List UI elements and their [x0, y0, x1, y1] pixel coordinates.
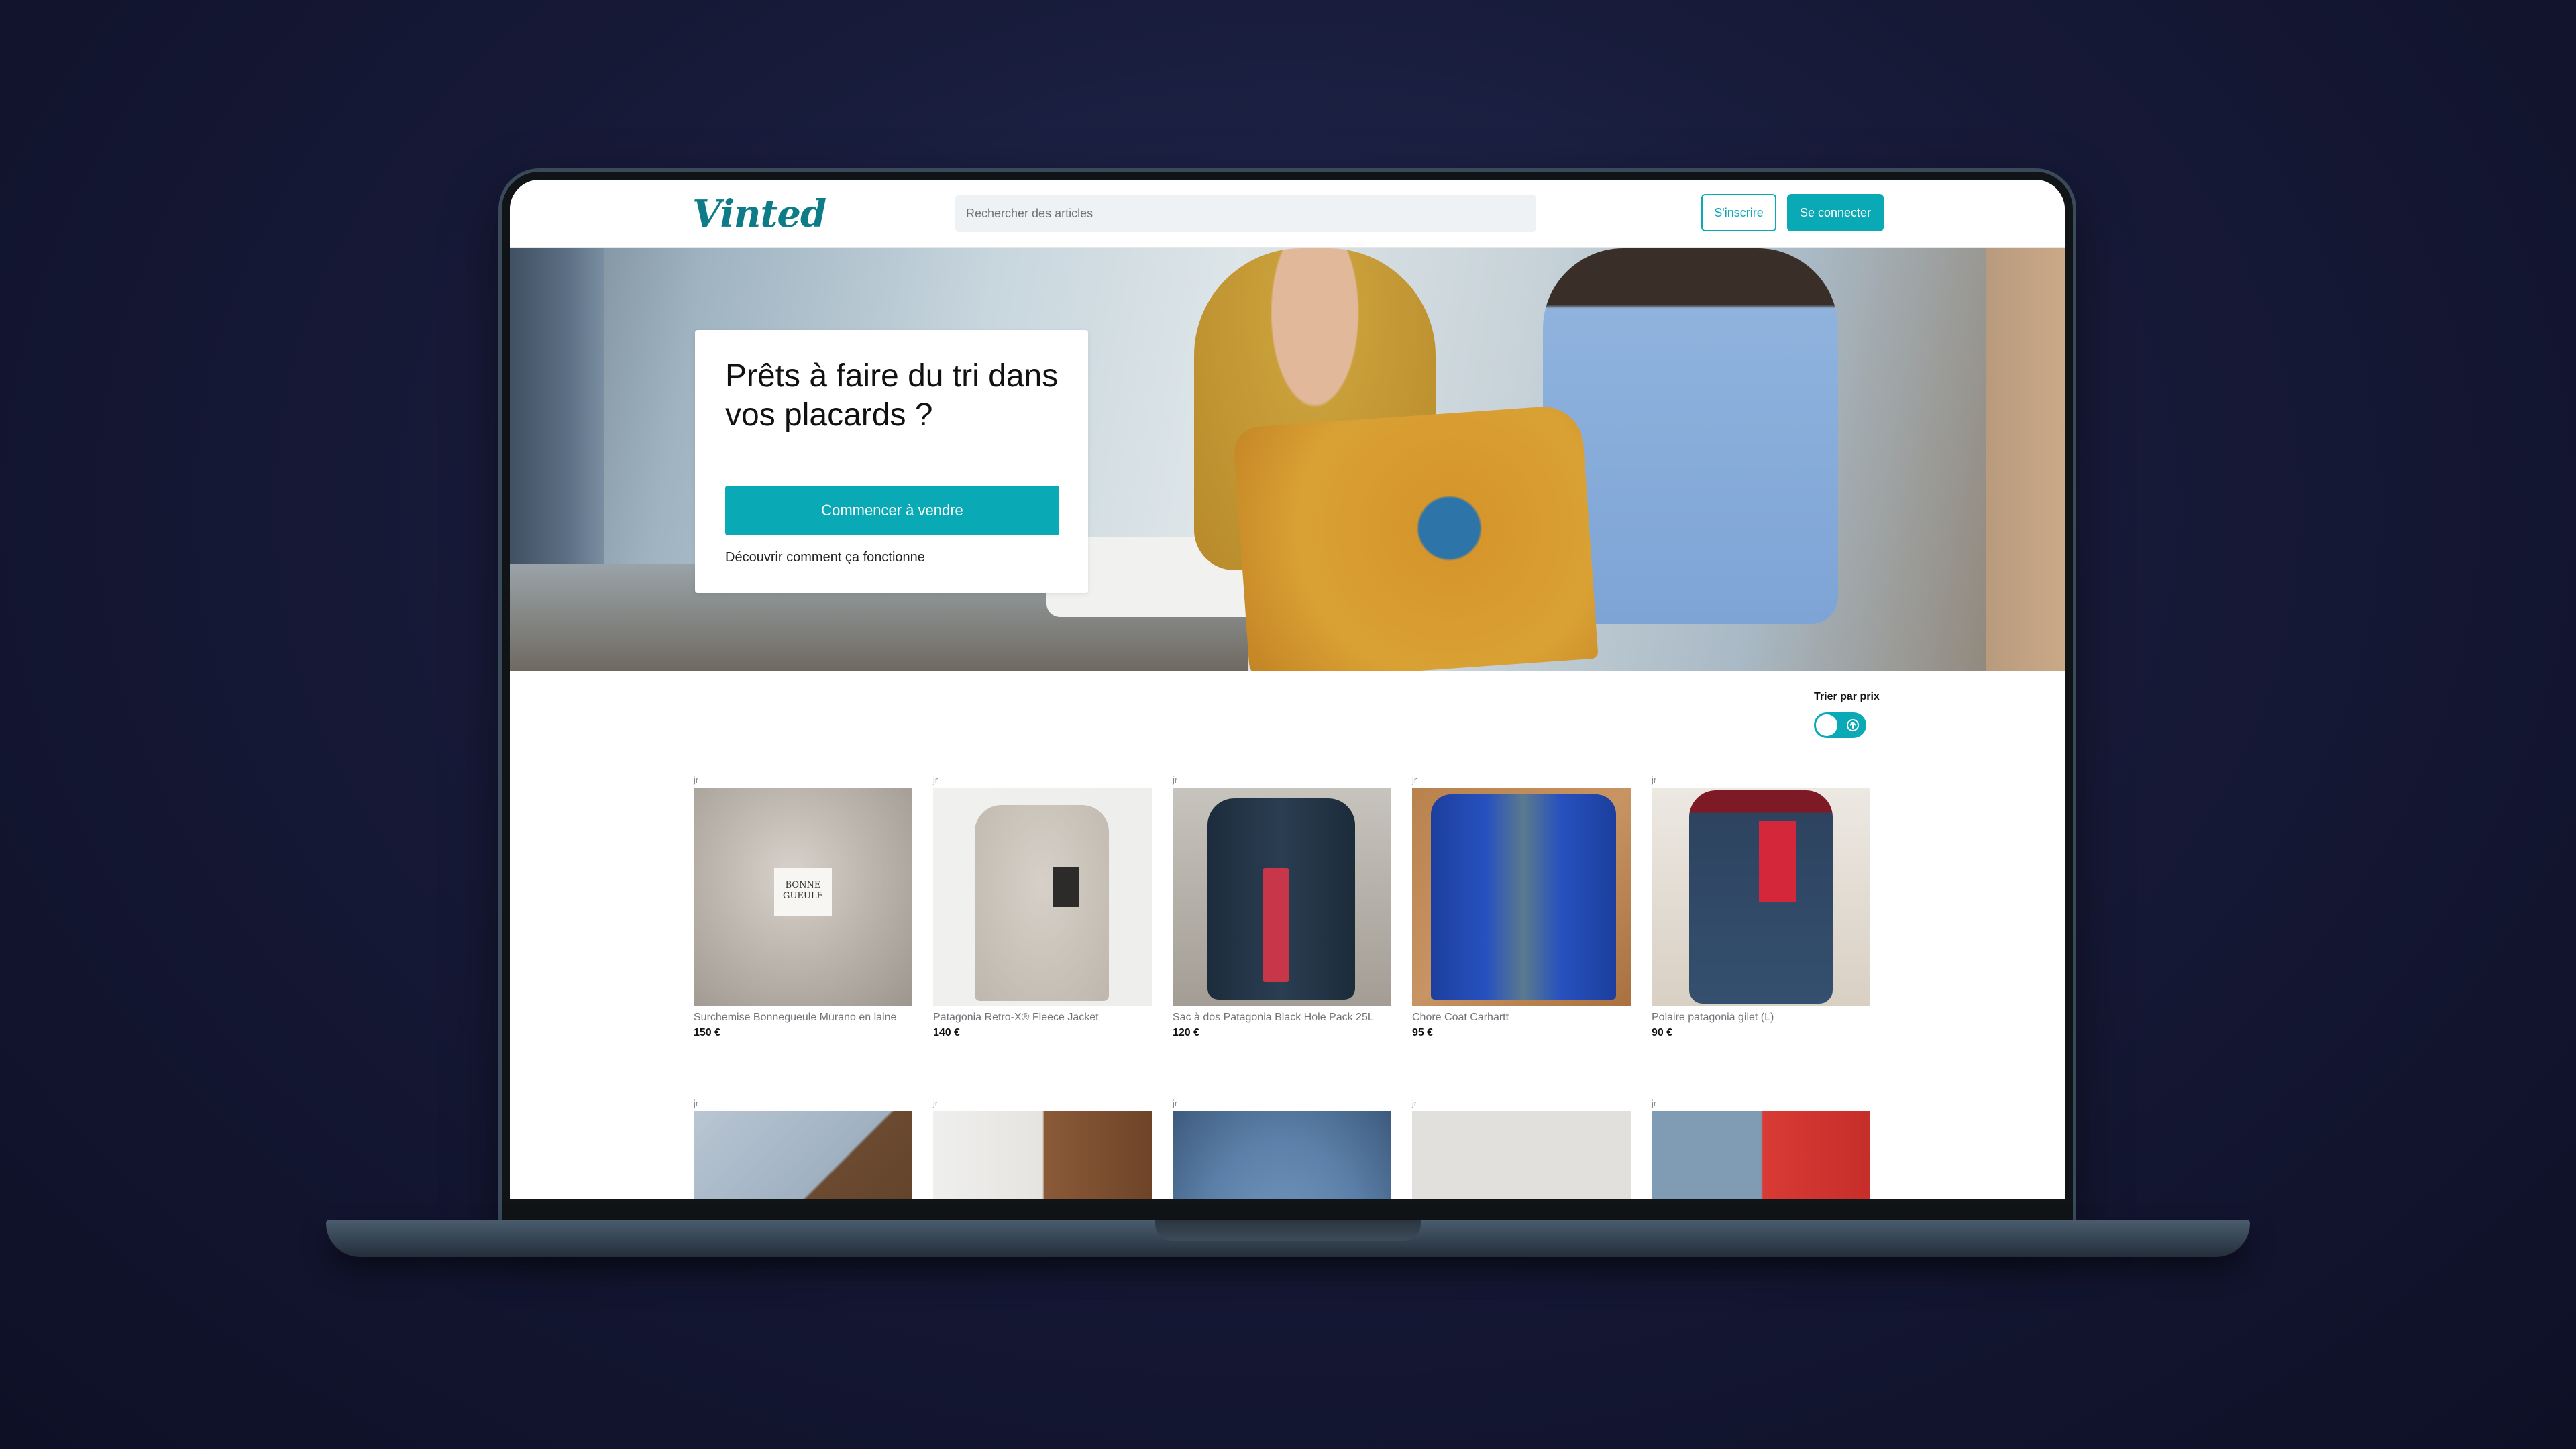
product-card[interactable]: jr — [1173, 1096, 1391, 1199]
product-title: Patagonia Retro-X® Fleece Jacket — [933, 1012, 1099, 1023]
product-title: Sac à dos Patagonia Black Hole Pack 25L — [1173, 1012, 1374, 1023]
login-button[interactable]: Se connecter — [1787, 194, 1884, 231]
product-photo[interactable] — [1412, 1111, 1631, 1199]
product-photo-coat — [1431, 794, 1616, 1000]
arrow-up-circle-icon — [1847, 719, 1859, 731]
hero-photo-garment — [1232, 404, 1599, 671]
seller-username[interactable]: jr — [1652, 1096, 1870, 1111]
product-card[interactable]: jr Chore Coat Carhartt 95 € — [1412, 773, 1631, 1039]
sort-label: Trier par prix — [1814, 691, 1880, 702]
seller-username[interactable]: jr — [1412, 1096, 1631, 1111]
product-photo-pocket — [1053, 867, 1079, 907]
vinted-logo[interactable]: Vinted — [692, 192, 826, 236]
product-photo-jacket — [975, 805, 1109, 1001]
product-card[interactable]: jr — [933, 1096, 1152, 1199]
seller-username[interactable]: jr — [694, 773, 912, 788]
search-input[interactable] — [955, 195, 1536, 232]
site-header: Vinted S'inscrire Se connecter — [510, 180, 2065, 248]
product-photo-panel — [1759, 821, 1796, 902]
product-title: Polaire patagonia gilet (L) — [1652, 1012, 1774, 1023]
seller-username[interactable]: jr — [1652, 773, 1870, 788]
seller-username[interactable]: jr — [1173, 773, 1391, 788]
brand-label: BONNE GUEULE — [774, 868, 832, 916]
signup-button[interactable]: S'inscrire — [1701, 194, 1776, 231]
product-price: 90 € — [1652, 1027, 1673, 1038]
product-card[interactable]: jr Polaire patagonia gilet (L) 90 € — [1652, 773, 1870, 1039]
product-card[interactable]: jr — [694, 1096, 912, 1199]
product-card[interactable]: jr — [1412, 1096, 1631, 1199]
product-photo[interactable] — [1412, 788, 1631, 1006]
product-photo[interactable] — [1652, 1111, 1870, 1199]
seller-username[interactable]: jr — [1173, 1096, 1391, 1111]
sort-by-price-toggle[interactable] — [1814, 712, 1866, 738]
product-photo[interactable] — [933, 788, 1152, 1006]
product-photo[interactable]: BONNE GUEULE — [694, 788, 912, 1006]
seller-username[interactable]: jr — [933, 773, 1152, 788]
hero-banner: Prêts à faire du tri dans vos placards ?… — [510, 248, 2065, 671]
start-selling-button[interactable]: Commencer à vendre — [725, 486, 1059, 535]
product-photo-logo — [1263, 868, 1289, 982]
product-card[interactable]: jr BONNE GUEULE Surchemise Bonnegueule M… — [694, 773, 912, 1039]
product-photo[interactable] — [933, 1111, 1152, 1199]
product-price: 95 € — [1412, 1027, 1434, 1038]
seller-username[interactable]: jr — [933, 1096, 1152, 1111]
hero-photo-wardrobe — [1986, 248, 2065, 671]
product-photo[interactable] — [694, 1111, 912, 1199]
toggle-knob — [1816, 714, 1837, 736]
browser-screen: Vinted S'inscrire Se connecter Prêts à f… — [510, 180, 2065, 1199]
seller-username[interactable]: jr — [694, 1096, 912, 1111]
seller-username[interactable]: jr — [1412, 773, 1631, 788]
product-card[interactable]: jr Patagonia Retro-X® Fleece Jacket 140 … — [933, 773, 1152, 1039]
hero-title: Prêts à faire du tri dans vos placards ? — [725, 358, 1059, 433]
product-title: Chore Coat Carhartt — [1412, 1012, 1509, 1023]
laptop-hinge-notch — [1155, 1220, 1421, 1241]
product-price: 120 € — [1173, 1027, 1200, 1038]
product-card[interactable]: jr — [1652, 1096, 1870, 1199]
product-photo[interactable] — [1173, 788, 1391, 1006]
product-photo[interactable] — [1652, 788, 1870, 1006]
product-price: 150 € — [694, 1027, 721, 1038]
hero-card: Prêts à faire du tri dans vos placards ?… — [695, 330, 1088, 593]
product-card[interactable]: jr Sac à dos Patagonia Black Hole Pack 2… — [1173, 773, 1391, 1039]
how-it-works-link[interactable]: Découvrir comment ça fonctionne — [725, 550, 925, 566]
product-photo[interactable] — [1173, 1111, 1391, 1199]
product-price: 140 € — [933, 1027, 961, 1038]
product-title: Surchemise Bonnegueule Murano en laine — [694, 1012, 897, 1023]
